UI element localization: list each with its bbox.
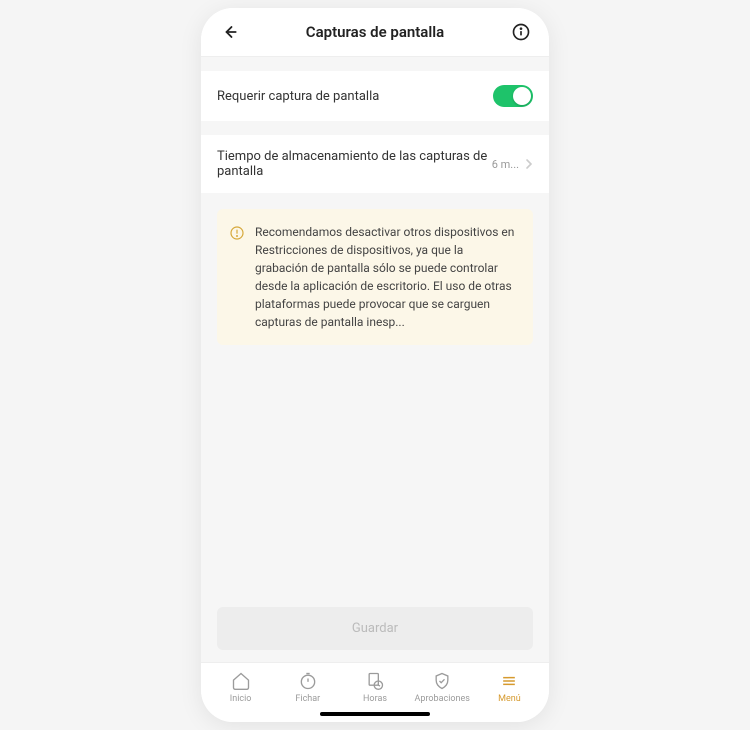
tab-hours[interactable]: Horas xyxy=(341,671,408,704)
require-screenshot-label: Requerir captura de pantalla xyxy=(217,89,493,104)
storage-time-row[interactable]: Tiempo de almacenamiento de las capturas… xyxy=(201,135,549,193)
require-screenshot-toggle[interactable] xyxy=(493,85,533,107)
storage-time-label: Tiempo de almacenamiento de las capturas… xyxy=(217,149,492,179)
stopwatch-icon xyxy=(298,671,318,691)
app-screen: Capturas de pantalla Requerir captura de… xyxy=(201,8,549,722)
warning-text: Recomendamos desactivar otros dispositiv… xyxy=(255,223,519,331)
save-button[interactable]: Guardar xyxy=(217,607,533,650)
require-screenshot-row: Requerir captura de pantalla xyxy=(201,71,549,121)
back-arrow-icon xyxy=(219,22,239,42)
document-clock-icon xyxy=(365,671,385,691)
tab-home-label: Inicio xyxy=(230,694,252,704)
tab-approvals[interactable]: Aprobaciones xyxy=(409,671,476,704)
storage-time-value: 6 m... xyxy=(492,158,519,171)
info-button[interactable] xyxy=(509,20,533,44)
page-title: Capturas de pantalla xyxy=(306,23,444,41)
tab-menu[interactable]: Menú xyxy=(476,671,543,704)
tab-menu-label: Menú xyxy=(498,694,521,704)
back-button[interactable] xyxy=(217,20,241,44)
tab-hours-label: Horas xyxy=(363,694,387,704)
tab-clock[interactable]: Fichar xyxy=(274,671,341,704)
chevron-right-icon xyxy=(525,155,533,174)
tab-approvals-label: Aprobaciones xyxy=(415,694,470,704)
tab-clock-label: Fichar xyxy=(295,694,320,704)
content-area: Requerir captura de pantalla Tiempo de a… xyxy=(201,57,549,662)
warning-icon xyxy=(229,225,245,241)
menu-icon xyxy=(499,671,519,691)
tab-home[interactable]: Inicio xyxy=(207,671,274,704)
warning-notice: Recomendamos desactivar otros dispositiv… xyxy=(217,209,533,345)
home-indicator xyxy=(320,712,430,716)
header: Capturas de pantalla xyxy=(201,8,549,57)
home-icon xyxy=(231,671,251,691)
info-icon xyxy=(511,22,531,42)
shield-check-icon xyxy=(432,671,452,691)
